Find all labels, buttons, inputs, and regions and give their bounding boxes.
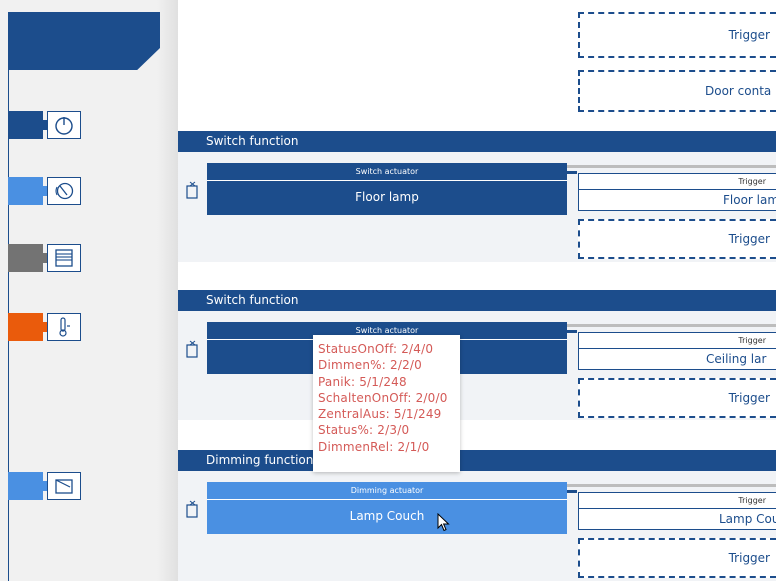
category-tab-dimmer[interactable] [8, 472, 43, 500]
trigger-header: Trigger [579, 333, 776, 349]
tooltip-line: Panik: 5/1/248 [318, 374, 407, 389]
mouse-pointer-icon [437, 513, 450, 532]
group-address-tooltip: StatusOnOff: 2/4/0 Dimmen%: 2/2/0 Panik:… [313, 335, 460, 472]
category-tab-sensor[interactable] [8, 177, 43, 205]
category-button-blinds[interactable] [47, 244, 81, 272]
category-tab-thermostat[interactable] [8, 313, 43, 341]
section-header[interactable]: Dimming function [178, 450, 776, 471]
section-header[interactable]: Switch function [178, 131, 776, 152]
section-header[interactable]: Switch function [178, 290, 776, 311]
category-notch [40, 322, 47, 332]
tooltip-line: StatusOnOff: 2/4/0 [318, 342, 434, 356]
power-icon [55, 117, 73, 135]
delete-icon[interactable] [186, 497, 200, 519]
trigger-name: Floor lam [723, 193, 776, 207]
trigger-name: Ceiling lar [706, 352, 767, 366]
trigger-block[interactable]: Trigger Ceiling lar [578, 332, 776, 370]
dimmer-icon [55, 479, 73, 494]
trigger-dropzone[interactable]: Trigger [578, 538, 776, 578]
trigger-block[interactable]: Trigger Lamp Cou [578, 492, 776, 530]
category-button-dimmer[interactable] [47, 472, 81, 500]
trigger-dropzone[interactable]: Trigger [578, 378, 776, 418]
brand-panel [8, 12, 160, 70]
thermostat-icon [59, 317, 70, 337]
actuator-name: Lamp Couch [349, 509, 425, 523]
trigger-label: Trigger [728, 391, 770, 405]
trigger-name: Lamp Cou [719, 512, 776, 526]
trigger-label: Trigger [728, 232, 770, 246]
category-button-power[interactable] [47, 111, 81, 139]
actuator-type: Switch actuator [207, 163, 567, 181]
tooltip-line: DimmenRel: 2/1/0 [318, 439, 430, 454]
trigger-label: Trigger [728, 28, 770, 42]
trigger-label: Trigger [728, 551, 770, 565]
connector-line [567, 165, 776, 168]
delete-icon[interactable] [186, 178, 200, 200]
category-button-sensor[interactable] [47, 177, 81, 205]
trigger-dropzone[interactable]: Trigger [578, 12, 776, 58]
trigger-dropzone[interactable]: Trigger [578, 219, 776, 259]
connector-stub [567, 330, 577, 333]
connector-line [567, 324, 776, 327]
category-notch [40, 481, 47, 491]
trigger-dropzone[interactable]: Door conta [578, 70, 776, 112]
trigger-header: Trigger [579, 493, 776, 509]
connector-stub [567, 171, 577, 174]
category-tab-power[interactable] [8, 111, 43, 139]
actuator-block[interactable]: Dimming actuator Lamp Couch [207, 482, 567, 534]
category-notch [40, 253, 47, 263]
actuator-name: Floor lamp [355, 190, 419, 204]
delete-icon[interactable] [186, 337, 200, 359]
sensor-icon [55, 182, 74, 200]
tooltip-line: ZentralAus: 5/1/249 [318, 407, 442, 422]
tooltip-line: SchaltenOnOff: 2/0/0 [318, 390, 448, 405]
category-notch [40, 120, 47, 130]
blinds-icon [55, 249, 73, 267]
connector-line [567, 484, 776, 487]
trigger-block[interactable]: Trigger Floor lam [578, 173, 776, 211]
category-notch [40, 186, 47, 196]
connector-stub [567, 490, 577, 493]
trigger-header: Trigger [579, 174, 776, 190]
tooltip-line: Status%: 2/3/0 [318, 423, 410, 438]
actuator-type: Dimming actuator [207, 482, 567, 500]
category-tab-blinds[interactable] [8, 244, 43, 272]
actuator-block[interactable]: Switch actuator Floor lamp [207, 163, 567, 215]
category-button-thermostat[interactable] [47, 313, 81, 341]
tooltip-line: Dimmen%: 2/2/0 [318, 358, 422, 373]
trigger-label: Door conta [705, 84, 772, 98]
